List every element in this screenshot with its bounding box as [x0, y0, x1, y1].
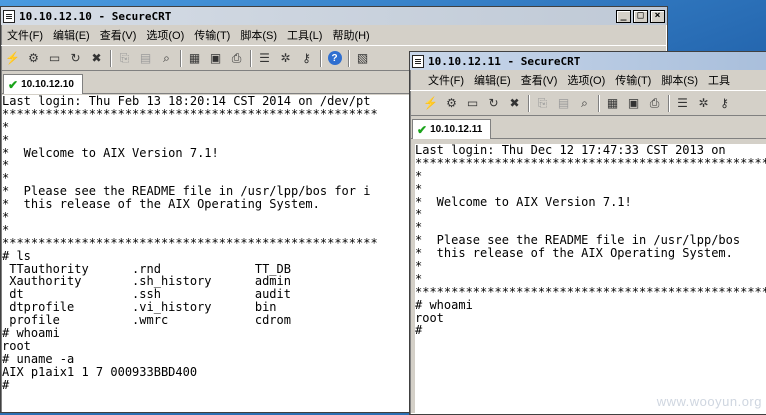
menu-script[interactable]: 脚本(S)	[661, 72, 698, 88]
menu-bar-1: 文件(F) 编辑(E) 查看(V) 选项(O) 传输(T) 脚本(S) 工具(L…	[1, 25, 667, 45]
terminal-line: ****************************************…	[415, 284, 766, 299]
toolbar-2: ⚡ ⚙ ▭ ↻ ✖ ⎘ ▤ ⌕ ▦ ▣ ⎙ ☰ ✲ ⚷	[410, 90, 766, 116]
connect-icon[interactable]: ⚡	[422, 95, 439, 112]
terminal-line: * Welcome to AIX Version 7.1!	[415, 194, 632, 209]
reconnect-icon[interactable]: ↻	[67, 50, 84, 67]
connect-in-tab-icon[interactable]: ▭	[464, 95, 481, 112]
print-icon[interactable]: ▣	[625, 95, 642, 112]
keymap-icon[interactable]: ⚷	[716, 95, 733, 112]
toolbar-separator	[528, 94, 530, 112]
session-tab-label: 10.10.12.11	[430, 124, 483, 135]
quick-connect-icon[interactable]: ⚙	[25, 50, 42, 67]
menu-script[interactable]: 脚本(S)	[240, 27, 277, 43]
securecrt-app-icon[interactable]	[3, 9, 15, 23]
terminal-line: *	[415, 259, 423, 274]
find-icon[interactable]: ⌕	[576, 95, 593, 112]
terminal-line: #	[415, 323, 423, 338]
global-options-icon[interactable]: ✲	[277, 50, 294, 67]
paste-icon[interactable]: ▤	[137, 50, 154, 67]
watermark: www.wooyun.org	[656, 394, 762, 409]
session-tab-2[interactable]: ✔ 10.10.12.11	[412, 119, 492, 139]
session-tab-1[interactable]: ✔ 10.10.12.10	[3, 74, 83, 94]
menu-edit[interactable]: 编辑(E)	[474, 72, 511, 88]
menu-view[interactable]: 查看(V)	[521, 72, 558, 88]
terminal-line: *	[415, 168, 423, 183]
tab-strip-2: ✔ 10.10.12.11	[410, 116, 766, 139]
menu-options[interactable]: 选项(O)	[567, 72, 605, 88]
window-title-2: 10.10.12.11 - SecureCRT	[428, 54, 581, 68]
toolbar-separator	[320, 49, 322, 67]
terminal-line: *	[415, 207, 423, 222]
close-button[interactable]: ×	[650, 9, 665, 23]
session-options-icon[interactable]: ☰	[256, 50, 273, 67]
securecrt-window-2: 10.10.12.11 - SecureCRT 文件(F) 编辑(E) 查看(V…	[409, 51, 766, 415]
menu-bar-2: 文件(F) 编辑(E) 查看(V) 选项(O) 传输(T) 脚本(S) 工具	[410, 70, 766, 90]
menu-transfer[interactable]: 传输(T)	[615, 72, 651, 88]
toolbar-separator	[598, 94, 600, 112]
toolbar-separator	[668, 94, 670, 112]
copy-icon[interactable]: ⎘	[116, 50, 133, 67]
title-bar-2[interactable]: 10.10.12.11 - SecureCRT	[410, 52, 766, 70]
find-icon[interactable]: ⌕	[158, 50, 175, 67]
print-icon[interactable]: ▣	[207, 50, 224, 67]
disconnect-icon[interactable]: ✖	[506, 95, 523, 112]
securecrt-app-icon[interactable]	[412, 54, 424, 68]
log-icon[interactable]: ▧	[354, 50, 371, 67]
window-title-1: 10.10.12.10 - SecureCRT	[19, 9, 172, 23]
title-bar-1[interactable]: 10.10.12.10 - SecureCRT _ □ ×	[1, 7, 667, 25]
terminal-output-2[interactable]: Last login: Thu Dec 12 17:47:33 CST 2013…	[415, 144, 766, 414]
menu-options[interactable]: 选项(O)	[146, 27, 184, 43]
menu-file[interactable]: 文件(F)	[7, 27, 43, 43]
help-button[interactable]: ?	[326, 50, 343, 67]
menu-edit[interactable]: 编辑(E)	[53, 27, 90, 43]
menu-view[interactable]: 查看(V)	[100, 27, 137, 43]
terminal-line: Last login: Thu Dec 12 17:47:33 CST 2013…	[415, 144, 726, 157]
printer-icon[interactable]: ⎙	[228, 50, 245, 67]
connect-icon[interactable]: ⚡	[4, 50, 21, 67]
connect-in-tab-icon[interactable]: ▭	[46, 50, 63, 67]
help-icon: ?	[327, 51, 342, 65]
terminal-line: *	[415, 181, 423, 196]
toolbar-separator	[110, 49, 112, 67]
paste-icon[interactable]: ▤	[555, 95, 572, 112]
print-setup-icon[interactable]: ▦	[186, 50, 203, 67]
menu-tools[interactable]: 工具(L)	[287, 27, 322, 43]
menu-transfer[interactable]: 传输(T)	[194, 27, 230, 43]
maximize-button[interactable]: □	[633, 9, 648, 23]
session-options-icon[interactable]: ☰	[674, 95, 691, 112]
session-tab-label: 10.10.12.10	[21, 79, 74, 90]
toolbar-separator	[348, 49, 350, 67]
disconnect-icon[interactable]: ✖	[88, 50, 105, 67]
terminal-line: ****************************************…	[415, 155, 766, 170]
menu-tools[interactable]: 工具	[708, 72, 730, 88]
menu-help[interactable]: 帮助(H)	[332, 27, 369, 43]
connected-check-icon: ✔	[417, 122, 428, 137]
quick-connect-icon[interactable]: ⚙	[443, 95, 460, 112]
print-setup-icon[interactable]: ▦	[604, 95, 621, 112]
menu-file[interactable]: 文件(F)	[428, 72, 464, 88]
reconnect-icon[interactable]: ↻	[485, 95, 502, 112]
connected-check-icon: ✔	[8, 77, 19, 92]
toolbar-separator	[180, 49, 182, 67]
printer-icon[interactable]: ⎙	[646, 95, 663, 112]
terminal-line: root	[415, 310, 444, 325]
terminal-line: * this release of the AIX Operating Syst…	[415, 246, 733, 261]
terminal-line: # whoami	[415, 297, 473, 312]
global-options-icon[interactable]: ✲	[695, 95, 712, 112]
keymap-icon[interactable]: ⚷	[298, 50, 315, 67]
copy-icon[interactable]: ⎘	[534, 95, 551, 112]
toolbar-separator	[250, 49, 252, 67]
minimize-button[interactable]: _	[616, 9, 631, 23]
terminal-line: *	[415, 271, 423, 286]
